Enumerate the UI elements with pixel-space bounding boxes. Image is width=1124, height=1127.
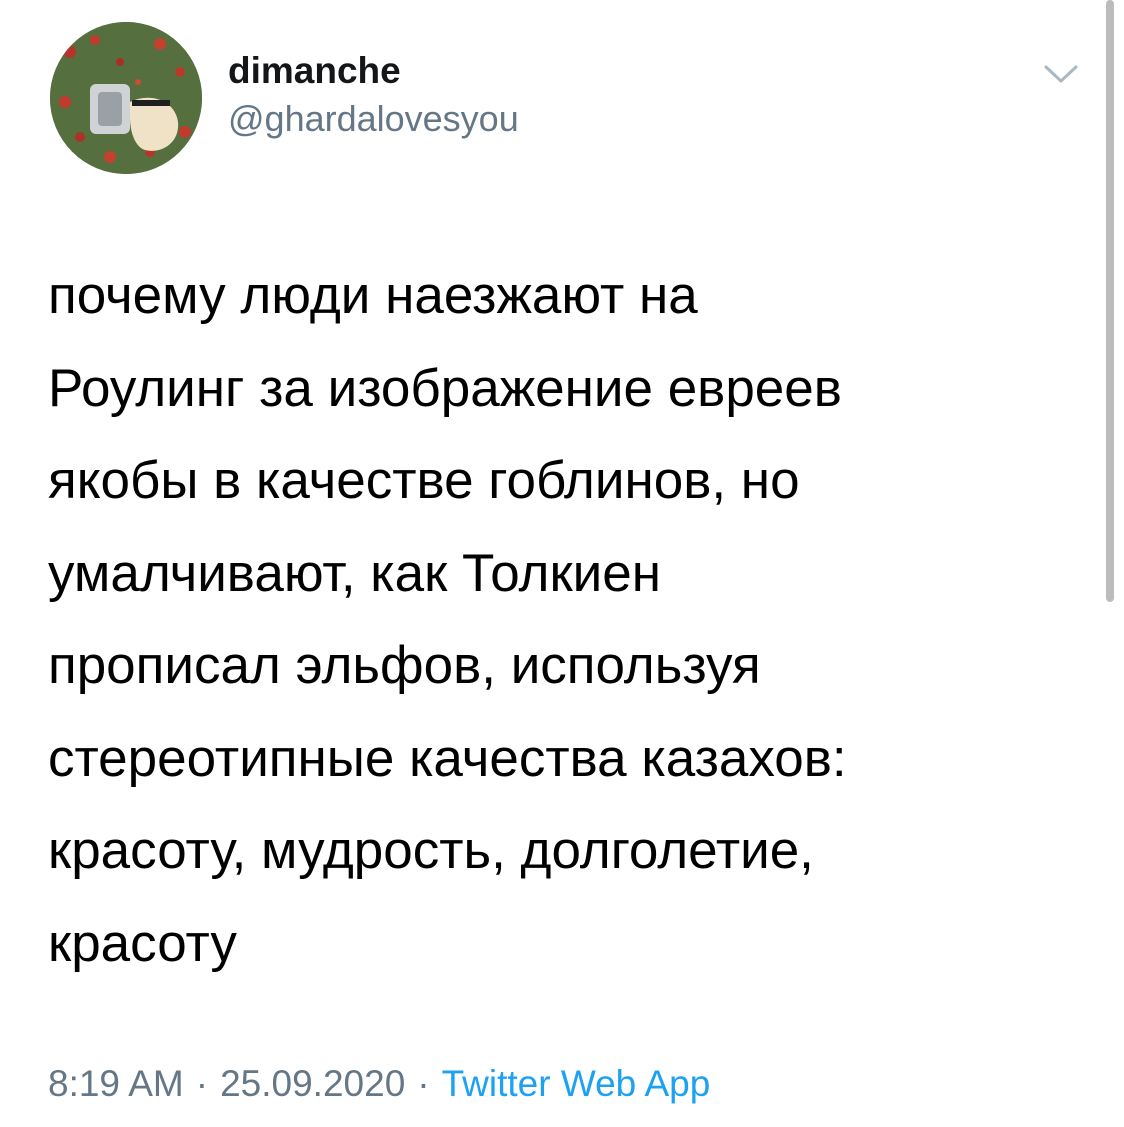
user-handle[interactable]: @ghardalovesyou [228, 96, 519, 142]
tweet-date[interactable]: 25.09.2020 [220, 1063, 405, 1104]
tweet-line: стереотипные качества казахов: [48, 728, 847, 788]
tweet-metadata: 8:19 AM · 25.09.2020 · Twitter Web App [48, 1058, 710, 1110]
scrollbar[interactable] [1106, 0, 1114, 602]
tweet-line: умалчивают, как Толкиен [48, 543, 662, 603]
tweet-source-link[interactable]: Twitter Web App [442, 1063, 711, 1104]
tweet-line: Роулинг за изображение евреев [48, 358, 842, 418]
tweet-line: прописал эльфов, используя [48, 636, 761, 695]
avatar[interactable] [50, 22, 202, 174]
tweet-menu-button[interactable] [1040, 58, 1082, 90]
tweet-line: красоту, мудрость, долголетие, [48, 821, 814, 880]
meta-separator: · [195, 1063, 209, 1104]
chevron-down-icon [1044, 65, 1078, 83]
tweet-line: почему люди наезжают на [48, 266, 698, 325]
tweet-body: почему люди наезжают на Роулинг за изобр… [48, 250, 1048, 990]
tweet-line: якобы в качестве гоблинов, но [48, 451, 800, 510]
tweet-time[interactable]: 8:19 AM [48, 1063, 184, 1104]
author-block: dimanche @ghardalovesyou [228, 48, 519, 142]
display-name[interactable]: dimanche [228, 48, 519, 94]
tweet-line: красоту [48, 913, 237, 973]
avatar-image [50, 22, 202, 174]
tweet-card: dimanche @ghardalovesyou почему люди нае… [0, 0, 1110, 1127]
meta-separator: · [417, 1063, 430, 1104]
